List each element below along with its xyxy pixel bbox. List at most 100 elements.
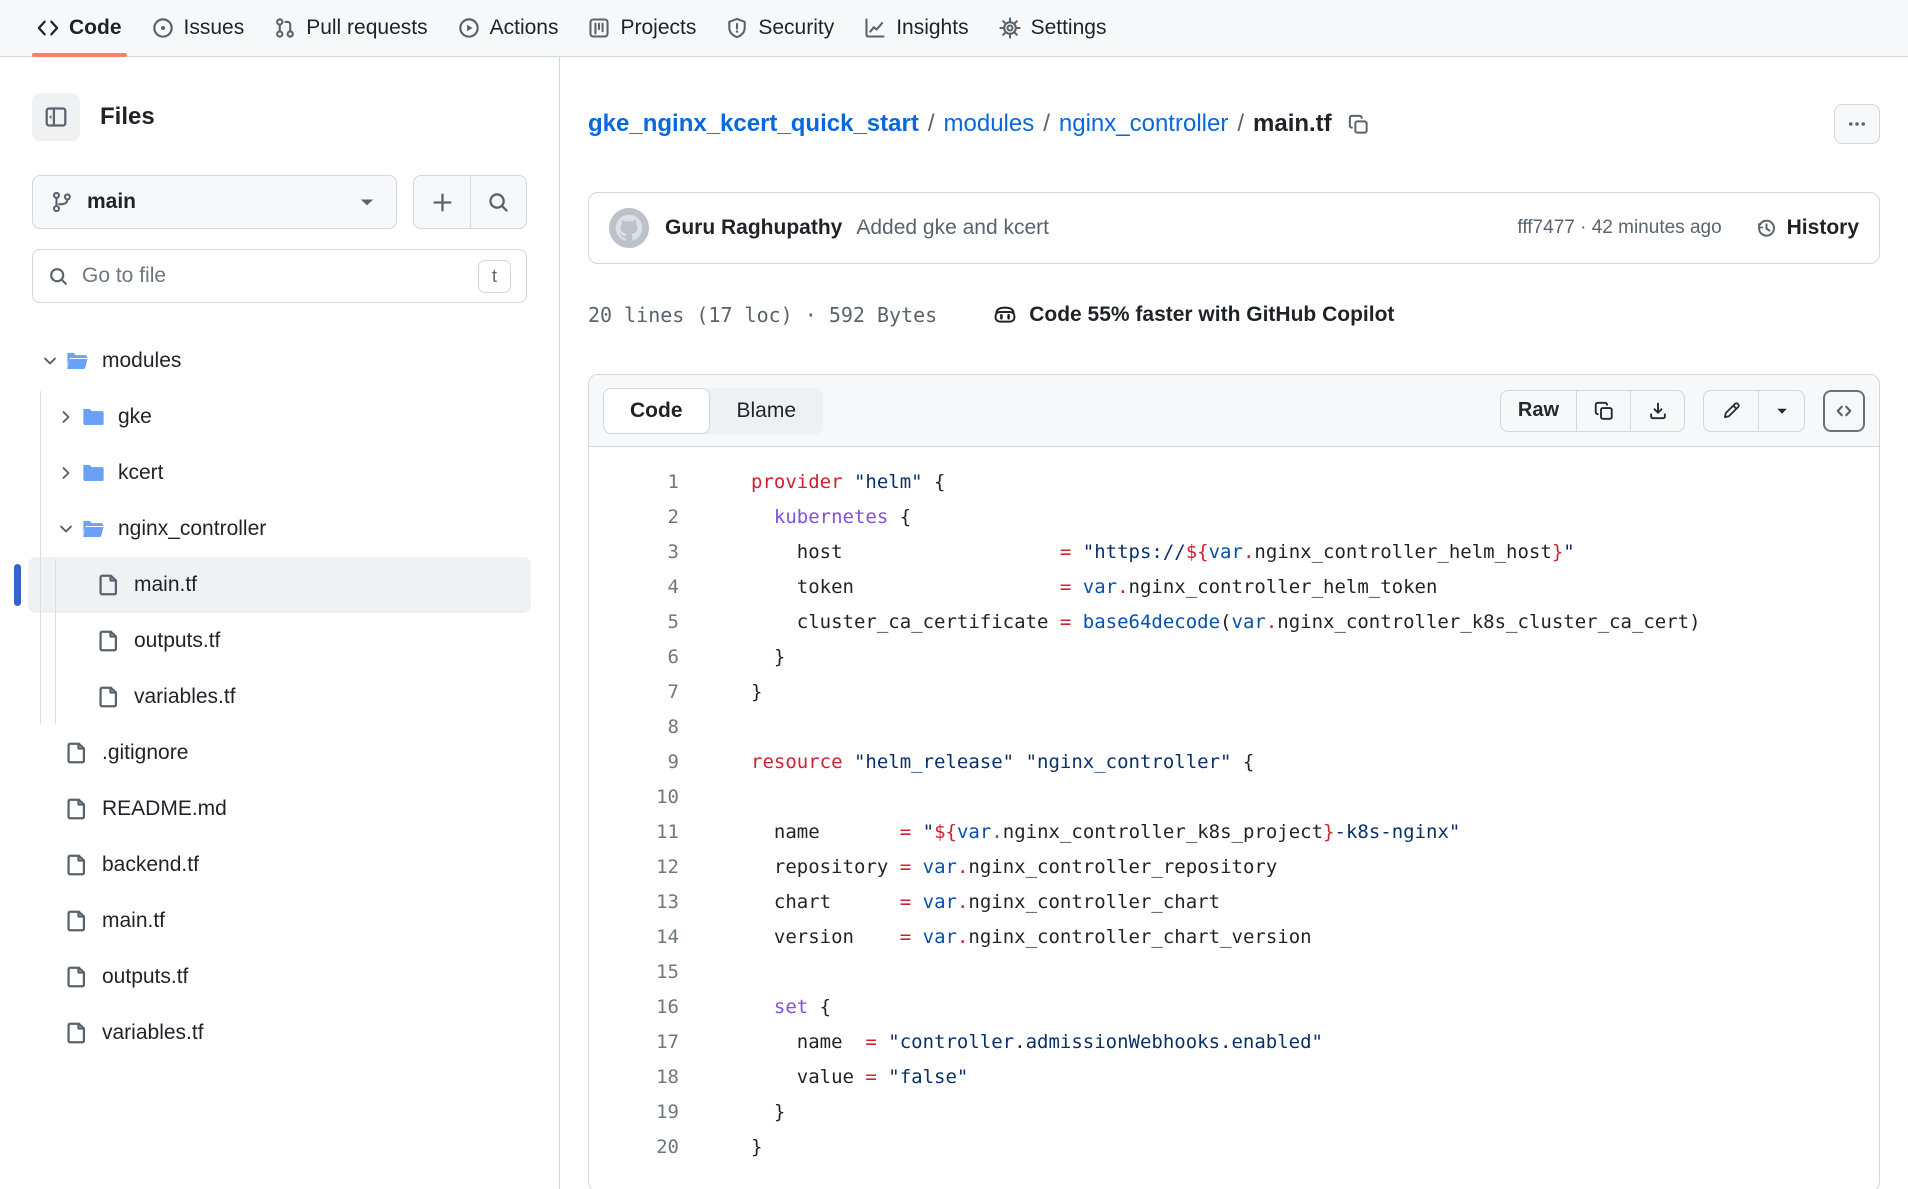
nav-tab-code[interactable]: Code (22, 0, 137, 56)
nav-tab-security[interactable]: Security (711, 0, 849, 56)
kebab-horizontal-icon (1847, 114, 1867, 134)
copy-file-button[interactable] (1576, 391, 1630, 431)
tree-item-label: main.tf (134, 573, 197, 597)
branch-selector[interactable]: main (32, 175, 397, 229)
copy-path-button[interactable] (1348, 114, 1369, 135)
code-line: 2 kubernetes { (589, 500, 1879, 535)
code-line: 3 host = "https://${var.nginx_controller… (589, 535, 1879, 570)
raw-button[interactable]: Raw (1501, 391, 1576, 431)
code-line: 13 chart = var.nginx_controller_chart (589, 885, 1879, 920)
tree-item-label: backend.tf (102, 853, 199, 877)
tree-item-main.tf[interactable]: main.tf (28, 557, 531, 613)
nav-tab-insights[interactable]: Insights (849, 0, 983, 56)
code-line-text: version = var.nginx_controller_chart_ver… (679, 920, 1312, 955)
line-number[interactable]: 14 (589, 920, 679, 955)
line-number[interactable]: 5 (589, 605, 679, 640)
code-line-text: kubernetes { (679, 500, 911, 535)
code-line: 20} (589, 1130, 1879, 1165)
more-options-button[interactable] (1834, 104, 1880, 144)
collapse-sidebar-button[interactable] (32, 93, 80, 141)
code-line: 6 } (589, 640, 1879, 675)
commit-sha[interactable]: fff7477 (1517, 217, 1574, 238)
download-icon (1648, 401, 1668, 421)
history-button[interactable]: History (1756, 216, 1859, 240)
line-number[interactable]: 12 (589, 850, 679, 885)
line-number[interactable]: 10 (589, 780, 679, 815)
symbols-panel-button[interactable] (1823, 390, 1865, 432)
commit-message[interactable]: Added gke and kcert (856, 216, 1049, 240)
download-button[interactable] (1630, 391, 1684, 431)
breadcrumb-repo-link[interactable]: gke_nginx_kcert_quick_start (588, 110, 919, 138)
go-to-file-input[interactable] (82, 264, 465, 288)
file-icon (65, 1021, 89, 1045)
chevron-down-icon (57, 520, 75, 538)
nav-tab-pull-requests[interactable]: Pull requests (259, 0, 442, 56)
code-line-text: name = "${var.nginx_controller_k8s_proje… (679, 815, 1460, 850)
tab-code[interactable]: Code (603, 388, 710, 434)
tree-item-outputs.tf[interactable]: outputs.tf (28, 613, 531, 669)
line-number[interactable]: 17 (589, 1025, 679, 1060)
line-number[interactable]: 3 (589, 535, 679, 570)
nav-tab-label: Actions (490, 16, 559, 40)
folder-icon (81, 461, 105, 485)
commit-author[interactable]: Guru Raghupathy (665, 216, 842, 240)
nav-tab-projects[interactable]: Projects (573, 0, 711, 56)
nav-tab-settings[interactable]: Settings (984, 0, 1122, 56)
tree-item-modules[interactable]: modules (28, 333, 531, 389)
line-number[interactable]: 19 (589, 1095, 679, 1130)
gear-icon (999, 17, 1021, 39)
line-number[interactable]: 6 (589, 640, 679, 675)
code-line: 16 set { (589, 990, 1879, 1025)
breadcrumb-dir-link[interactable]: nginx_controller (1059, 110, 1228, 138)
tree-item-label: main.tf (102, 909, 165, 933)
search-icon (48, 266, 69, 287)
add-file-button[interactable] (414, 176, 470, 228)
file-icon (65, 965, 89, 989)
line-number[interactable]: 20 (589, 1130, 679, 1165)
line-number[interactable]: 9 (589, 745, 679, 780)
tree-item-outputs.tf[interactable]: outputs.tf (28, 949, 531, 1005)
search-icon (487, 191, 510, 214)
line-number[interactable]: 1 (589, 465, 679, 500)
breadcrumb-dir-link[interactable]: modules (944, 110, 1035, 138)
tab-blame[interactable]: Blame (710, 388, 824, 434)
code-line-text: resource "helm_release" "nginx_controlle… (679, 745, 1254, 780)
line-number[interactable]: 16 (589, 990, 679, 1025)
code-line: 14 version = var.nginx_controller_chart_… (589, 920, 1879, 955)
line-number[interactable]: 7 (589, 675, 679, 710)
file-stats-row: 20 lines (17 loc) · 592 Bytes Code 55% f… (588, 300, 1880, 330)
line-number[interactable]: 2 (589, 500, 679, 535)
tree-item-backend.tf[interactable]: backend.tf (28, 837, 531, 893)
line-number[interactable]: 11 (589, 815, 679, 850)
code-line-text: set { (679, 990, 831, 1025)
code-viewer: 1provider "helm" {2 kubernetes {3 host =… (589, 447, 1879, 1189)
nav-tab-label: Code (69, 16, 122, 40)
copilot-banner[interactable]: Code 55% faster with GitHub Copilot (993, 303, 1394, 327)
edit-dropdown-button[interactable] (1758, 391, 1804, 431)
history-label: History (1787, 216, 1859, 240)
commit-time: 42 minutes ago (1592, 217, 1722, 238)
avatar[interactable] (609, 208, 649, 248)
line-number[interactable]: 13 (589, 885, 679, 920)
search-tree-button[interactable] (470, 176, 526, 228)
line-number[interactable]: 4 (589, 570, 679, 605)
tree-item-README.md[interactable]: README.md (28, 781, 531, 837)
nav-tab-actions[interactable]: Actions (443, 0, 574, 56)
line-number[interactable]: 15 (589, 955, 679, 990)
latest-commit-bar: Guru Raghupathy Added gke and kcert fff7… (588, 192, 1880, 264)
nav-tab-issues[interactable]: Issues (137, 0, 260, 56)
breadcrumb-separator: / (919, 110, 944, 138)
files-panel-title: Files (100, 103, 155, 131)
copilot-icon (993, 303, 1017, 327)
tree-item-label: modules (102, 349, 181, 373)
edit-file-button[interactable] (1704, 391, 1758, 431)
tree-item-variables.tf[interactable]: variables.tf (28, 669, 531, 725)
line-number[interactable]: 18 (589, 1060, 679, 1095)
tree-item-.gitignore[interactable]: .gitignore (28, 725, 531, 781)
tree-item-kcert[interactable]: kcert (28, 445, 531, 501)
tree-item-gke[interactable]: gke (28, 389, 531, 445)
line-number[interactable]: 8 (589, 710, 679, 745)
tree-item-variables.tf[interactable]: variables.tf (28, 1005, 531, 1061)
tree-item-main.tf[interactable]: main.tf (28, 893, 531, 949)
tree-item-nginx-controller[interactable]: nginx_controller (28, 501, 531, 557)
